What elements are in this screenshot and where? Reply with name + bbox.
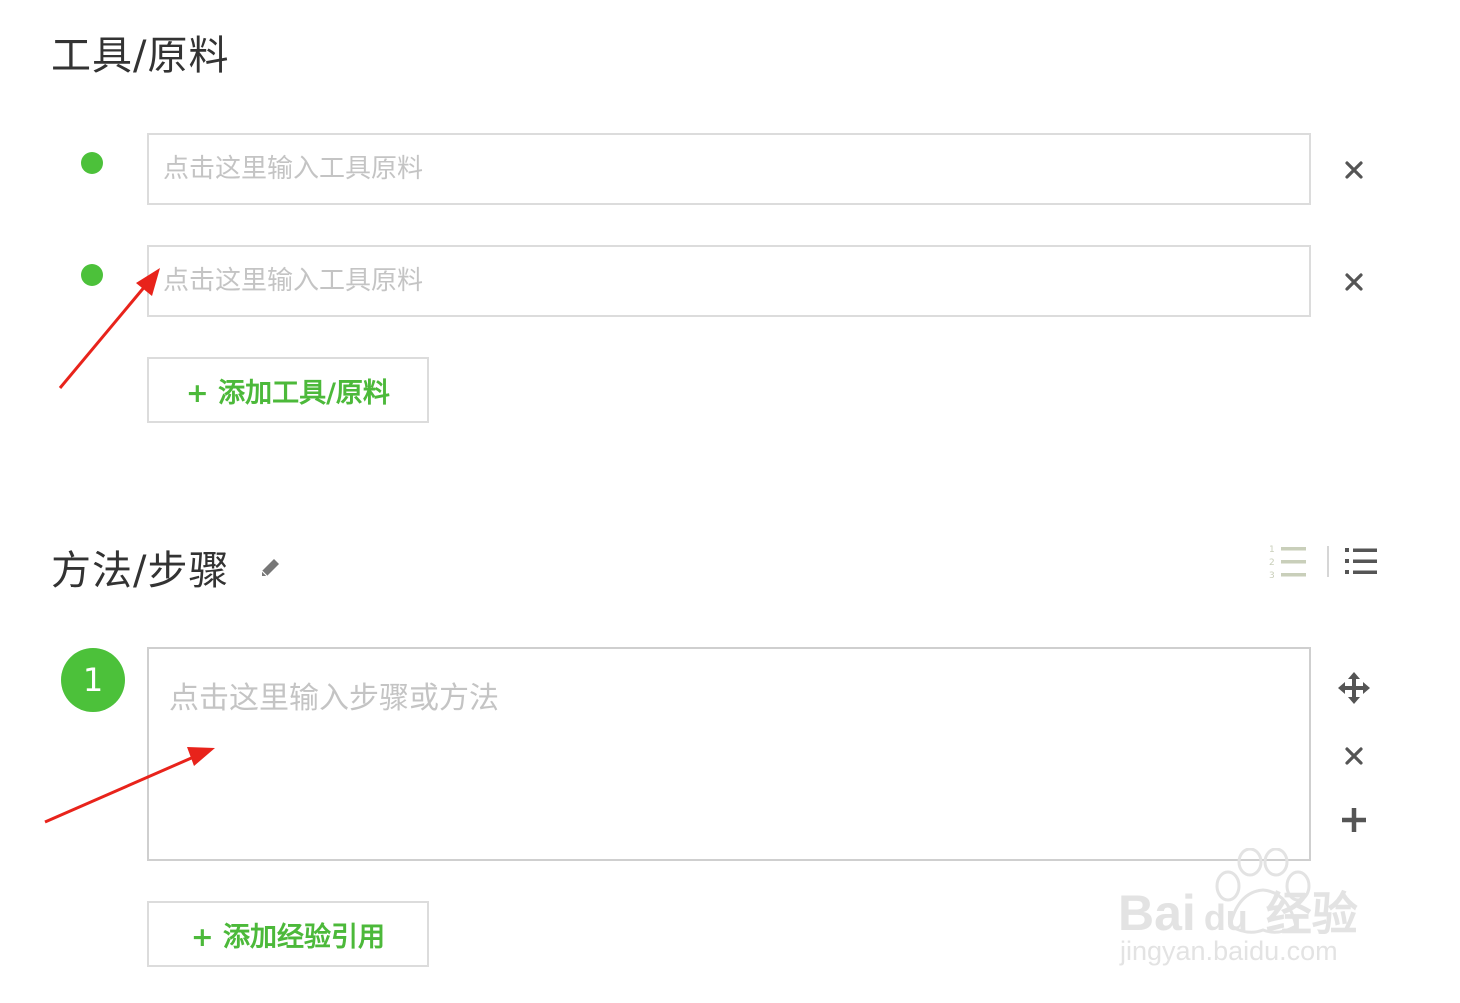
watermark-brand-cn: 经验 bbox=[1265, 888, 1358, 940]
watermark-brand: Bai du 经验 bbox=[1118, 878, 1358, 944]
baidu-jingyan-watermark: Bai du 经验 jingyan.baidu.com bbox=[1118, 848, 1388, 974]
watermark-brand-du: du bbox=[1203, 897, 1248, 938]
watermark-url: jingyan.baidu.com bbox=[1120, 936, 1338, 966]
watermark-brand-latin: Bai bbox=[1118, 885, 1196, 941]
